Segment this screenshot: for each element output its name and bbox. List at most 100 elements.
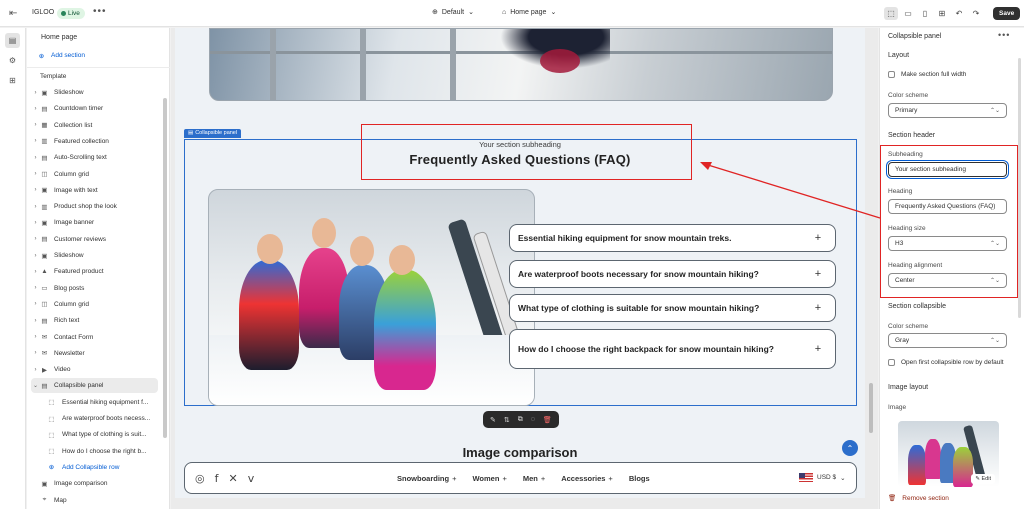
redo-icon[interactable]: ↷	[969, 7, 983, 20]
collapsible-color-scheme-select[interactable]: Gray ⌃⌄	[888, 333, 1007, 348]
sidebar-item[interactable]: › ◫ Column grid	[31, 167, 158, 182]
chevron-right-icon[interactable]: ›	[31, 155, 40, 161]
edit-icon[interactable]: ✎	[490, 416, 496, 424]
chevron-right-icon[interactable]: ›	[31, 122, 40, 128]
duplicate-icon[interactable]: ⧉	[518, 416, 523, 424]
collapsible-row-item[interactable]: ⬚ Are waterproof boots necess...	[31, 411, 158, 426]
mobile-view-icon[interactable]: ▯	[918, 7, 932, 20]
chevron-right-icon[interactable]: ›	[31, 334, 40, 340]
sidebar-item-label: Column grid	[54, 170, 90, 178]
move-icon[interactable]: ⇅	[504, 416, 510, 424]
plus-icon[interactable]: +	[813, 343, 823, 355]
delete-icon[interactable]: 🗑	[543, 416, 552, 424]
nav-menu-item[interactable]: Men +	[523, 474, 545, 483]
sidebar-item[interactable]: › ▤ Customer reviews	[31, 232, 158, 247]
sidebar-item[interactable]: › ▣ Slideshow	[31, 248, 158, 263]
nav-menu-item[interactable]: Snowboarding +	[397, 474, 456, 483]
chevron-right-icon[interactable]: ›	[31, 367, 40, 373]
exit-icon[interactable]: ⇤	[9, 8, 17, 19]
facebook-icon[interactable]: f	[215, 472, 219, 485]
more-actions-button[interactable]: •••	[93, 6, 107, 17]
chevron-right-icon[interactable]: ›	[31, 90, 40, 96]
faq-item[interactable]: How do I choose the right backpack for s…	[509, 329, 836, 369]
edit-image-button[interactable]: ✎ Edit	[971, 474, 995, 484]
faq-item[interactable]: Are waterproof boots necessary for snow …	[509, 260, 836, 288]
page-selector[interactable]: ⌂ Home page ⌄	[502, 8, 556, 17]
collapsible-row-item[interactable]: ⬚ What type of clothing is suit...	[31, 427, 158, 442]
plus-icon[interactable]: +	[813, 268, 823, 280]
chevron-right-icon[interactable]: ›	[31, 253, 40, 259]
grid-icon: ◫	[41, 171, 48, 178]
collapsible-row-item[interactable]: ⬚ Essential hiking equipment f...	[31, 395, 158, 410]
sidebar-item[interactable]: › ▤ Auto-Scrolling text	[31, 150, 158, 165]
save-button[interactable]: Save	[993, 7, 1021, 20]
sidebar-item[interactable]: › ▣ Slideshow	[31, 85, 158, 100]
sidebar-item[interactable]: ⌄ ▤ Collapsible panel	[31, 378, 158, 394]
sidebar-item[interactable]: › ▤ Rich text	[31, 313, 158, 328]
chevron-right-icon[interactable]: ›	[31, 187, 40, 193]
color-scheme-select[interactable]: Primary ⌃⌄	[888, 103, 1007, 118]
plus-icon[interactable]: +	[813, 302, 823, 314]
vimeo-icon[interactable]: v	[248, 472, 255, 485]
chevron-right-icon[interactable]: ›	[31, 138, 40, 144]
image-thumbnail[interactable]: ✎ Edit	[898, 421, 999, 487]
nav-menu-item[interactable]: Blogs	[629, 474, 650, 483]
chevron-right-icon[interactable]: ›	[31, 318, 40, 324]
instagram-icon[interactable]: ◎	[195, 472, 205, 485]
section-tag[interactable]: ▤ Collapsible panel	[184, 129, 242, 138]
sidebar-item[interactable]: › ▦ Collection list	[31, 118, 158, 133]
sidebar-item[interactable]: ▣ Image comparison	[31, 476, 158, 491]
chevron-right-icon[interactable]: ›	[31, 301, 40, 307]
add-collapsible-row-button[interactable]: ⊕ Add Collapsible row	[31, 460, 158, 475]
image-comparison-icon: ▣	[41, 480, 48, 488]
twitter-icon[interactable]: ✕	[228, 472, 237, 485]
chevron-down-icon[interactable]: ⌄	[31, 382, 40, 389]
sidebar-item[interactable]: › ✉ Contact Form	[31, 330, 158, 345]
chevron-right-icon[interactable]: ›	[31, 171, 40, 177]
sidebar-item[interactable]: › ▥ Product shop the look	[31, 199, 158, 214]
nav-menu-item[interactable]: Accessories +	[561, 474, 613, 483]
chevron-right-icon[interactable]: ›	[31, 269, 40, 275]
panel-more-button[interactable]: •••	[998, 30, 1010, 40]
undo-icon[interactable]: ↶	[952, 7, 966, 20]
desktop-view-icon[interactable]: ▭	[901, 7, 915, 20]
chevron-right-icon[interactable]: ›	[31, 236, 40, 242]
faq-question: Essential hiking equipment for snow moun…	[518, 233, 732, 243]
inspector-icon[interactable]: ⬚	[884, 7, 898, 20]
sidebar-item[interactable]: › ▣ Image with text	[31, 183, 158, 198]
sidebar-item[interactable]: › ▲ Featured product	[31, 264, 158, 279]
sidebar-item[interactable]: › ▤ Countdown timer	[31, 101, 158, 116]
add-section-button[interactable]: ⊕ Add section	[37, 48, 164, 63]
panel-scrollbar[interactable]	[1018, 58, 1021, 318]
sidebar-item[interactable]: › ✉ Newsletter	[31, 346, 158, 361]
chevron-right-icon[interactable]: ›	[31, 285, 40, 291]
hide-icon[interactable]: ◌	[531, 416, 535, 423]
sidebar-item-label: Featured product	[54, 268, 104, 276]
sidebar-item[interactable]: › ▶ Video	[31, 362, 158, 377]
apps-icon[interactable]: ⊞	[5, 73, 20, 88]
sidebar-item[interactable]: › ▭ Blog posts	[31, 281, 158, 296]
sidebar-item[interactable]: › ▣ Image banner	[31, 215, 158, 230]
chevron-right-icon[interactable]: ›	[31, 220, 40, 226]
sections-icon[interactable]: ▤	[5, 33, 20, 48]
settings-icon[interactable]: ⚙	[5, 53, 20, 68]
canvas-scrollbar[interactable]	[869, 383, 873, 433]
plus-icon[interactable]: +	[813, 232, 823, 244]
sidebar-item[interactable]: ⌖ Map	[31, 493, 158, 508]
faq-item[interactable]: What type of clothing is suitable for sn…	[509, 294, 836, 322]
chevron-right-icon[interactable]: ›	[31, 350, 40, 356]
remove-section-button[interactable]: 🗑 Remove section	[888, 494, 949, 503]
chevron-right-icon[interactable]: ›	[31, 204, 40, 210]
chevron-right-icon[interactable]: ›	[31, 106, 40, 112]
sidebar-item[interactable]: › ▥ Featured collection	[31, 134, 158, 149]
sidebar-item[interactable]: › ◫ Column grid	[31, 297, 158, 312]
nav-menu-item[interactable]: Women +	[472, 474, 506, 483]
sidebar-scrollbar[interactable]	[163, 98, 167, 438]
faq-item[interactable]: Essential hiking equipment for snow moun…	[509, 224, 836, 252]
full-width-checkbox[interactable]: Make section full width	[888, 71, 966, 78]
theme-selector[interactable]: ⊕ Default ⌄	[432, 8, 474, 17]
collapsible-row-item[interactable]: ⬚ How do I choose the right b...	[31, 444, 158, 459]
currency-selector[interactable]: USD $ ⌄	[799, 473, 846, 482]
open-first-checkbox[interactable]: Open first collapsible row by default	[888, 359, 1004, 366]
fullscreen-icon[interactable]: ⊞	[935, 7, 949, 20]
